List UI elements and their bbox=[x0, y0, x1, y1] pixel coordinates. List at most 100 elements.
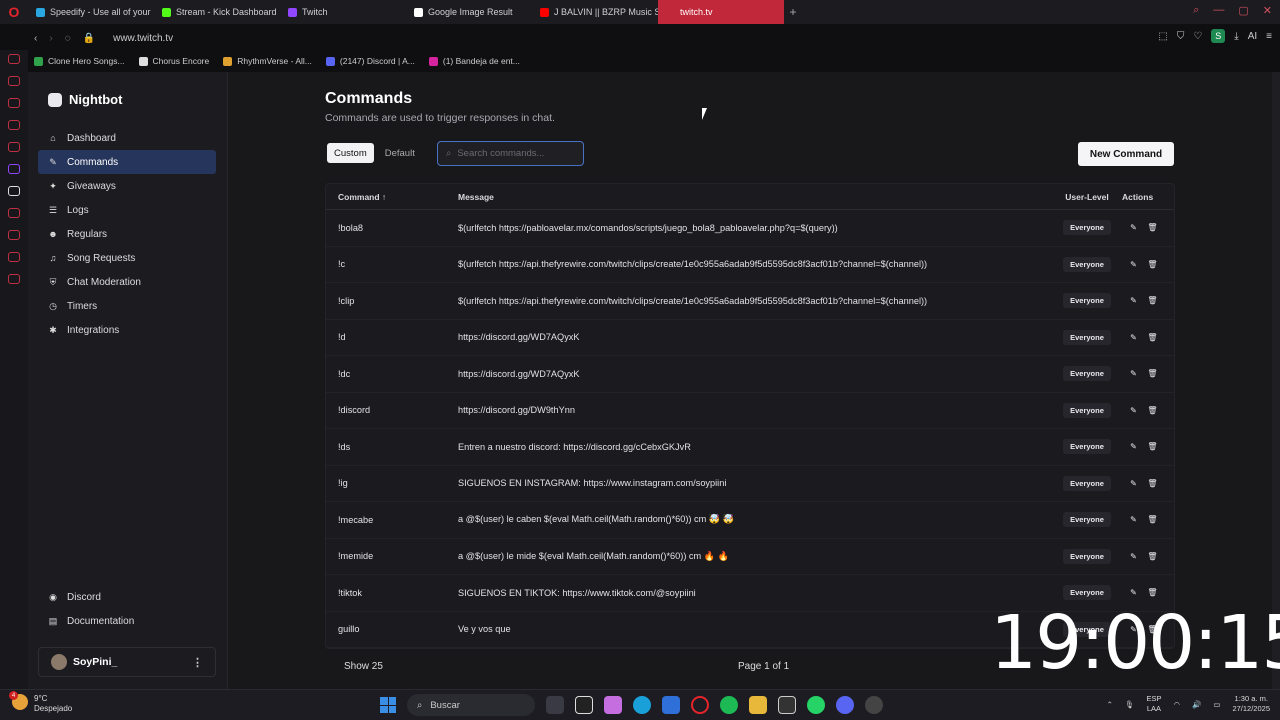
obs-icon[interactable] bbox=[865, 696, 883, 714]
opera-gx-icon[interactable] bbox=[691, 696, 709, 714]
folder-icon[interactable] bbox=[749, 696, 767, 714]
new-tab-button[interactable]: + bbox=[784, 0, 802, 24]
sidebar-item-dashboard[interactable]: ⌂ Dashboard bbox=[38, 126, 216, 150]
chat-icon[interactable] bbox=[8, 120, 20, 130]
messenger-icon[interactable] bbox=[8, 54, 20, 64]
table-row[interactable]: !dc https://discord.gg/WD7AQyxK Everyone ✎ 🗑 bbox=[326, 356, 1174, 393]
scrollbar[interactable] bbox=[1272, 72, 1280, 689]
edit-icon[interactable]: ✎ bbox=[1129, 515, 1138, 524]
opera-logo-icon[interactable]: O bbox=[0, 0, 28, 24]
table-row[interactable]: !memide a @$(user) le mide $(eval Math.ce… bbox=[326, 539, 1174, 575]
close-button[interactable]: ✕ bbox=[1263, 4, 1272, 17]
sidebar-item-giveaways[interactable]: ✦ Giveaways bbox=[38, 174, 216, 198]
mic-icon[interactable]: 🎙 bbox=[1125, 700, 1135, 709]
battery-icon[interactable]: ▭ bbox=[1213, 700, 1220, 709]
url-field[interactable]: www.twitch.tv bbox=[113, 33, 173, 44]
browser-tab[interactable]: Google Image Result bbox=[406, 0, 532, 24]
copilot-icon[interactable] bbox=[604, 696, 622, 714]
sidebar-item-discord[interactable]: ◉ Discord bbox=[38, 585, 216, 609]
edit-icon[interactable]: ✎ bbox=[1129, 406, 1138, 415]
sidebar-item-chat-moderation[interactable]: ⛨ Chat Moderation bbox=[38, 270, 216, 294]
table-row[interactable]: !bola8 $(urlfetch https://pabloavelar.mx/… bbox=[326, 210, 1174, 247]
menu-icon[interactable]: ≡ bbox=[1266, 31, 1272, 42]
tabs-icon[interactable] bbox=[8, 230, 20, 240]
sidebar-item-integrations[interactable]: ✱ Integrations bbox=[38, 318, 216, 342]
column-command[interactable]: Command ↑ bbox=[338, 192, 386, 202]
bookmark-item[interactable]: RhythmVerse - All... bbox=[223, 56, 312, 66]
taskbar-search[interactable]: ⌕ Buscar bbox=[407, 694, 535, 716]
more-icon[interactable]: ⋮ bbox=[192, 656, 203, 669]
sidebar-item-commands[interactable]: ✎ Commands bbox=[38, 150, 216, 174]
chevron-up-icon[interactable]: ⌃ bbox=[1107, 700, 1113, 709]
capcut-icon[interactable] bbox=[575, 696, 593, 714]
reload-icon[interactable]: ◌ bbox=[65, 33, 71, 44]
brand[interactable]: Nightbot bbox=[48, 92, 122, 107]
settings-icon[interactable] bbox=[8, 274, 20, 284]
bookmark-item[interactable]: (2147) Discord | A... bbox=[325, 56, 415, 66]
wallet-icon[interactable] bbox=[8, 98, 20, 108]
edge-icon[interactable] bbox=[633, 696, 651, 714]
edit-icon[interactable]: ✎ bbox=[1129, 552, 1138, 561]
x-icon[interactable] bbox=[8, 186, 20, 196]
download-icon[interactable]: ⤓ bbox=[1234, 31, 1238, 42]
table-row[interactable]: !clip $(urlfetch https://api.thefyrewire.… bbox=[326, 283, 1174, 320]
trash-icon[interactable]: 🗑 bbox=[1147, 552, 1157, 561]
extensions-icon[interactable] bbox=[8, 252, 20, 262]
whatsapp-icon[interactable] bbox=[807, 696, 825, 714]
twitch-icon[interactable] bbox=[8, 164, 20, 174]
edit-icon[interactable]: ✎ bbox=[1129, 333, 1138, 342]
language-indicator[interactable]: ESP LAA bbox=[1146, 694, 1161, 714]
edit-icon[interactable]: ✎ bbox=[1129, 296, 1138, 305]
new-command-button[interactable]: New Command bbox=[1078, 142, 1174, 166]
trash-icon[interactable]: 🗑 bbox=[1147, 296, 1157, 305]
bookmark-item[interactable]: Clone Hero Songs... bbox=[34, 56, 125, 66]
file-manager-icon[interactable] bbox=[546, 696, 564, 714]
browser-tab[interactable]: Stream - Kick Dashboard bbox=[154, 0, 280, 24]
wifi-icon[interactable]: ◠ bbox=[1173, 700, 1180, 709]
trash-icon[interactable]: 🗑 bbox=[1147, 515, 1157, 524]
table-row[interactable]: !discord https://discord.gg/DW9thYnn Every… bbox=[326, 393, 1174, 429]
browser-tab[interactable]: twitch.tv bbox=[658, 0, 784, 24]
table-row[interactable]: !ds Entren a nuestro discord: https://dis… bbox=[326, 429, 1174, 466]
trash-icon[interactable]: 🗑 bbox=[1147, 369, 1157, 378]
heart-icon[interactable]: ♡ bbox=[1193, 31, 1202, 42]
clock-icon[interactable] bbox=[8, 208, 20, 218]
profile-avatar[interactable]: S bbox=[1211, 29, 1226, 43]
sidebar-item-song-requests[interactable]: ♫ Song Requests bbox=[38, 246, 216, 270]
clock-date[interactable]: 1:30 a. m. 27/12/2025 bbox=[1232, 694, 1270, 714]
bookmark-item[interactable]: (1) Bandeja de ent... bbox=[428, 56, 520, 66]
trash-icon[interactable]: 🗑 bbox=[1147, 260, 1157, 269]
edit-icon[interactable]: ✎ bbox=[1129, 369, 1138, 378]
minimize-button[interactable]: — bbox=[1213, 4, 1224, 17]
search-input[interactable]: ⌕ Search commands... bbox=[437, 141, 584, 166]
tab-custom[interactable]: Custom bbox=[327, 143, 374, 163]
snapshot-icon[interactable]: ⬚ bbox=[1158, 31, 1167, 42]
store-icon[interactable] bbox=[662, 696, 680, 714]
trash-icon[interactable]: 🗑 bbox=[1147, 333, 1157, 342]
browser-tab[interactable]: J BALVIN || BZRP Music S bbox=[532, 0, 658, 24]
trash-icon[interactable]: 🗑 bbox=[1147, 406, 1157, 415]
forward-icon[interactable]: › bbox=[49, 33, 52, 44]
browser-tab[interactable]: Twitch bbox=[280, 0, 406, 24]
edit-icon[interactable]: ✎ bbox=[1129, 479, 1138, 488]
back-icon[interactable]: ‹ bbox=[34, 33, 37, 44]
table-row[interactable]: !c $(urlfetch https://api.thefyrewire.com… bbox=[326, 247, 1174, 283]
table-row[interactable]: !mecabe a @$(user) le caben $(eval Math.c… bbox=[326, 502, 1174, 539]
trash-icon[interactable]: 🗑 bbox=[1147, 223, 1157, 232]
shield-icon[interactable]: ⛉ bbox=[1177, 31, 1185, 42]
spotify-icon[interactable] bbox=[720, 696, 738, 714]
sidebar-item-logs[interactable]: ☰ Logs bbox=[38, 198, 216, 222]
sidebar-item-regulars[interactable]: ☻ Regulars bbox=[38, 222, 216, 246]
edit-icon[interactable]: ✎ bbox=[1129, 260, 1138, 269]
table-row[interactable]: !ig SIGUENOS EN INSTAGRAM: https://www.in… bbox=[326, 466, 1174, 502]
trash-icon[interactable]: 🗑 bbox=[1147, 442, 1157, 451]
weather-widget[interactable]: 4 9°C Despejado bbox=[9, 691, 72, 714]
tab-default[interactable]: Default bbox=[378, 143, 422, 163]
trash-icon[interactable]: 🗑 bbox=[1147, 479, 1157, 488]
ai-button[interactable]: AI bbox=[1248, 31, 1257, 42]
table-row[interactable]: !d https://discord.gg/WD7AQyxK Everyone ✎ 🗑 bbox=[326, 320, 1174, 356]
search-icon[interactable]: ⌕ bbox=[1193, 4, 1199, 17]
discord-icon[interactable] bbox=[836, 696, 854, 714]
user-menu[interactable]: SoyPini_ ⋮ bbox=[38, 647, 216, 677]
edit-icon[interactable]: ✎ bbox=[1129, 223, 1138, 232]
